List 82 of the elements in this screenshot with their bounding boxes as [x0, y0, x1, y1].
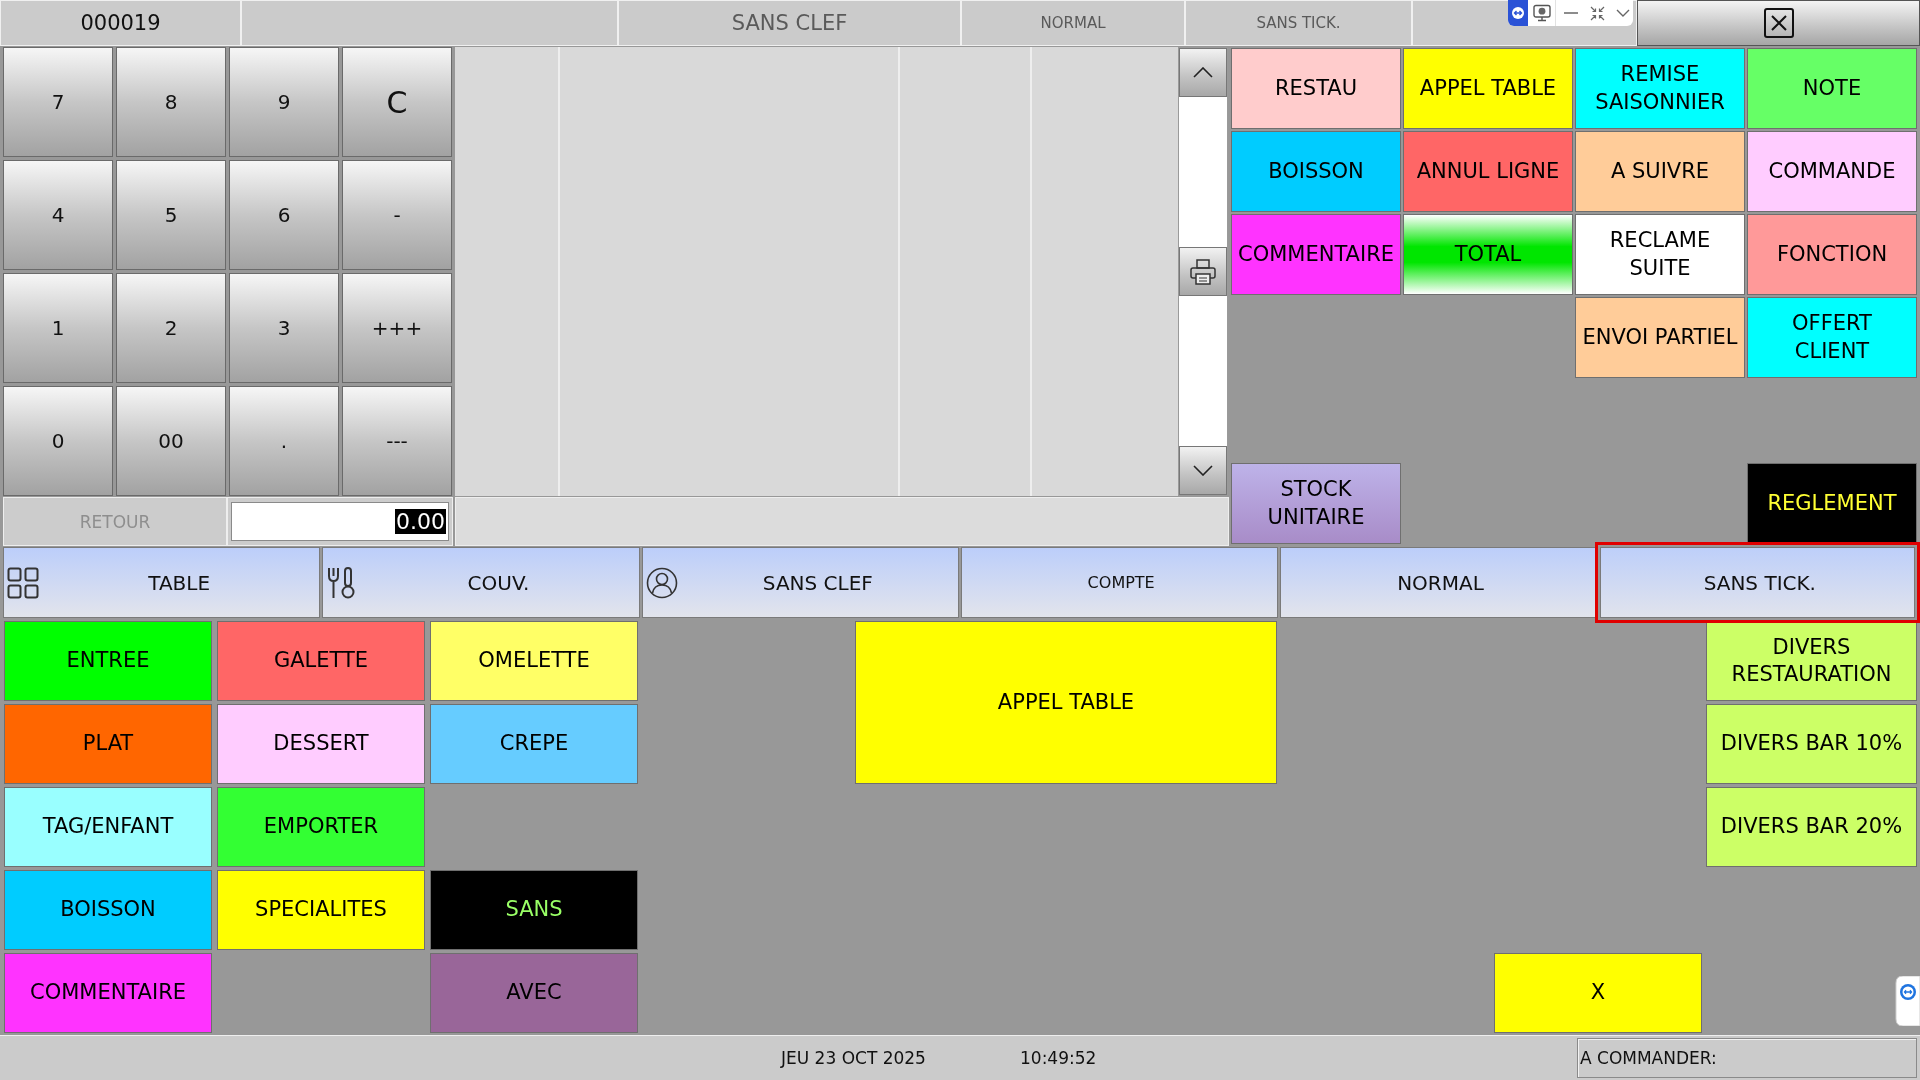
function-button[interactable]: APPEL TABLE	[1403, 48, 1573, 129]
keypad-key[interactable]: 7	[3, 47, 113, 157]
keypad-key[interactable]: 4	[3, 160, 113, 270]
monitor-icon[interactable]	[1533, 4, 1551, 22]
print-button[interactable]	[1179, 247, 1227, 296]
call-table-button[interactable]: APPEL TABLE	[855, 621, 1277, 784]
misc-item-button[interactable]: DIVERS RESTAURATION	[1706, 621, 1917, 701]
keypad-key[interactable]: 3	[229, 273, 339, 383]
keypad-key[interactable]: +++	[342, 273, 452, 383]
header-status: SANS TICK.	[1185, 0, 1412, 46]
function-button[interactable]: TOTAL	[1403, 214, 1573, 295]
collapse-icon[interactable]	[1590, 5, 1605, 21]
minimize-icon[interactable]	[1564, 11, 1578, 15]
close-button[interactable]	[1637, 0, 1920, 46]
category-button[interactable]: ENTREE	[4, 621, 212, 701]
keypad-key[interactable]: 8	[116, 47, 226, 157]
ticket-number: 000019	[0, 0, 241, 46]
category-button[interactable]: SANS	[430, 870, 638, 950]
toolbar-tab[interactable]: SANS TICK.	[1594, 542, 1920, 623]
toolbar-tab[interactable]: NORMAL	[1280, 547, 1598, 618]
keypad-key[interactable]: 6	[229, 160, 339, 270]
keypad-key[interactable]: 5	[116, 160, 226, 270]
category-button[interactable]: BOISSON	[4, 870, 212, 950]
toolbar-tab[interactable]: COMPTE	[961, 547, 1279, 618]
function-button[interactable]: FONCTION	[1747, 214, 1917, 295]
scroll-up-button[interactable]	[1179, 48, 1227, 97]
chevron-up-icon	[1193, 67, 1213, 78]
function-button[interactable]: NOTE	[1747, 48, 1917, 129]
function-button[interactable]: COMMANDE	[1747, 131, 1917, 212]
close-icon	[1763, 8, 1794, 38]
category-button[interactable]: EMPORTER	[217, 787, 425, 867]
cancel-button[interactable]: X	[1494, 953, 1702, 1033]
side-handle-icon[interactable]	[1895, 976, 1920, 1026]
function-button[interactable]: RESTAU	[1231, 48, 1401, 129]
arrows-tile-icon[interactable]	[1508, 0, 1528, 26]
function-button[interactable]: BOISSON	[1231, 131, 1401, 212]
chevron-down-icon[interactable]	[1616, 9, 1630, 17]
function-button[interactable]: STOCK UNITAIRE	[1231, 463, 1401, 544]
keypad-key[interactable]: ---	[342, 386, 452, 496]
function-button[interactable]: COMMENTAIRE	[1231, 214, 1401, 295]
function-button[interactable]: REGLEMENT	[1747, 463, 1917, 544]
amount-value: 0.00	[395, 509, 446, 534]
header-status: SANS CLEF	[618, 0, 961, 46]
keypad-key[interactable]: .	[229, 386, 339, 496]
printer-icon	[1190, 258, 1216, 285]
date-text: JEU 23 OCT 2025	[781, 1048, 927, 1068]
keypad-key[interactable]: 2	[116, 273, 226, 383]
header-status: NORMAL	[961, 0, 1185, 46]
category-button[interactable]: COMMENTAIRE	[4, 953, 212, 1033]
toolbar-tab[interactable]: SANS CLEF	[641, 547, 959, 618]
amount-field[interactable]: 0.00	[231, 502, 449, 541]
category-button[interactable]: PLAT	[4, 704, 212, 784]
grid-icon	[7, 566, 39, 599]
category-button[interactable]: DESSERT	[217, 704, 425, 784]
function-button[interactable]: REMISE SAISONNIER	[1575, 48, 1745, 129]
scroll-down-button[interactable]	[1179, 446, 1227, 495]
misc-item-button[interactable]: DIVERS BAR 20%	[1706, 787, 1917, 867]
category-button[interactable]: SPECIALITES	[217, 870, 425, 950]
to-order-label: A COMMANDER:	[1580, 1048, 1717, 1068]
function-button[interactable]: ANNUL LIGNE	[1403, 131, 1573, 212]
chevron-down-icon	[1193, 465, 1213, 476]
keypad-key[interactable]: -	[342, 160, 452, 270]
keypad-key[interactable]: 1	[3, 273, 113, 383]
category-button[interactable]: TAG/ENFANT	[4, 787, 212, 867]
misc-item-button[interactable]: DIVERS BAR 10%	[1706, 704, 1917, 784]
category-button[interactable]: OMELETTE	[430, 621, 638, 701]
toolbar-tab[interactable]: COUV.	[322, 547, 640, 618]
category-button[interactable]: GALETTE	[217, 621, 425, 701]
function-button[interactable]: A SUIVRE	[1575, 131, 1745, 212]
time-text: 10:49:52	[1020, 1048, 1098, 1068]
user-icon	[645, 566, 678, 599]
category-button[interactable]: AVEC	[430, 953, 638, 1033]
category-button[interactable]: CREPE	[430, 704, 638, 784]
function-button[interactable]: RECLAME SUITE	[1575, 214, 1745, 295]
function-button[interactable]: ENVOI PARTIEL	[1575, 297, 1745, 378]
keypad-key[interactable]: 0	[3, 386, 113, 496]
toolbar-tab[interactable]: TABLE	[3, 547, 321, 618]
keypad-key[interactable]: 00	[116, 386, 226, 496]
scrollbar[interactable]	[1178, 47, 1228, 496]
keypad-key[interactable]: 9	[229, 47, 339, 157]
keypad-key[interactable]: C	[342, 47, 452, 157]
function-button[interactable]: OFFERT CLIENT	[1747, 297, 1917, 378]
